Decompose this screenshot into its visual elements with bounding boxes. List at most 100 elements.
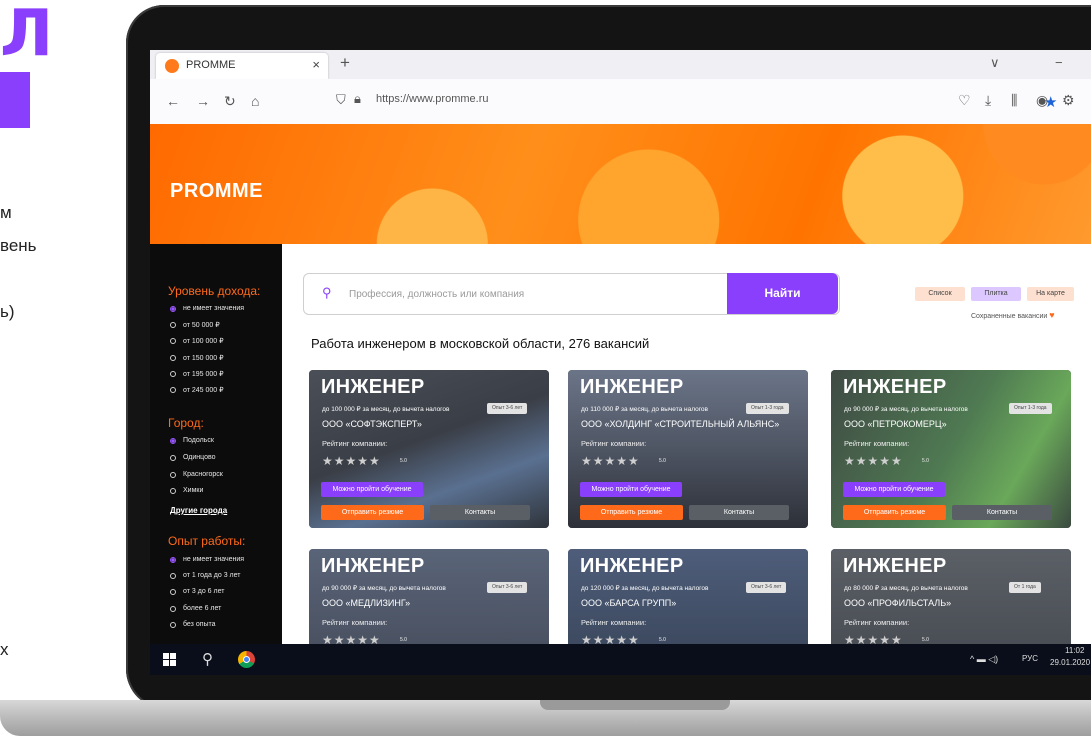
vacancy-title[interactable]: ИНЖЕНЕР	[843, 555, 946, 578]
experience-option[interactable]: от 1 года до 3 лет	[170, 572, 241, 579]
home-icon[interactable]: ⌂	[251, 93, 259, 109]
pocket-icon[interactable]: ♡	[958, 92, 971, 109]
experience-option[interactable]: более 6 лет	[170, 605, 221, 612]
radio-selected-icon[interactable]	[170, 556, 176, 563]
city-option[interactable]: Подольск	[170, 437, 214, 444]
radio-selected-icon[interactable]	[170, 437, 176, 444]
radio-icon[interactable]	[170, 487, 176, 494]
shield-icon[interactable]: ⛉	[336, 92, 346, 108]
contacts-button[interactable]: Контакты	[689, 505, 789, 520]
vacancy-salary: до 100 000 ₽ за месяц, до вычета налогов	[322, 406, 450, 413]
taskbar-search-icon[interactable]: ⚲	[202, 650, 213, 668]
url-text[interactable]: https://www.promme.ru	[376, 93, 488, 105]
radio-icon[interactable]	[170, 605, 176, 612]
vacancy-title[interactable]: ИНЖЕНЕР	[321, 555, 424, 578]
vacancy-title[interactable]: ИНЖЕНЕР	[580, 376, 683, 399]
city-option-label: Химки	[183, 487, 204, 494]
reload-icon[interactable]: ↻	[224, 93, 236, 110]
search-input[interactable]: Профессия, должность или компания	[349, 289, 524, 300]
view-list-button[interactable]: Список	[915, 287, 965, 301]
radio-icon[interactable]	[170, 355, 176, 361]
radio-icon[interactable]	[170, 387, 176, 393]
chrome-app-icon[interactable]	[238, 651, 255, 668]
send-resume-button[interactable]: Отправить резюме	[843, 505, 946, 520]
vacancy-card[interactable]: ИНЖЕНЕР до 90 000 ₽ за месяц, до вычета …	[831, 370, 1071, 528]
income-option[interactable]: от 195 000 ₽	[170, 370, 224, 378]
company-name[interactable]: ООО «МЕДЛИЗИНГ»	[322, 598, 410, 608]
radio-icon[interactable]	[170, 338, 176, 344]
address-bar[interactable]: ⛉ 🔒︎ https://www.promme.ru ★	[328, 88, 1057, 112]
back-arrow-icon[interactable]: ←	[166, 93, 180, 109]
company-name[interactable]: ООО «ПЕТРОКОМЕРЦ»	[844, 419, 947, 429]
library-icon[interactable]: ⫼	[1011, 92, 1017, 109]
city-option[interactable]: Красногорск	[170, 471, 223, 478]
vacancy-title[interactable]: ИНЖЕНЕР	[580, 555, 683, 578]
experience-option[interactable]: от 3 до 6 лет	[170, 588, 224, 595]
slide-text-line: м	[0, 203, 12, 222]
income-option[interactable]: от 245 000 ₽	[170, 386, 224, 394]
training-badge[interactable]: Можно пройти обучение	[843, 482, 945, 497]
vacancy-title[interactable]: ИНЖЕНЕР	[321, 376, 424, 399]
experience-filter-heading: Опыт работы:	[168, 534, 246, 548]
rating-score: 5.0	[400, 458, 407, 464]
experience-option[interactable]: не имеет значения	[170, 556, 244, 563]
radio-icon[interactable]	[170, 322, 176, 328]
radio-icon[interactable]	[170, 588, 176, 595]
company-name[interactable]: ООО «ХОЛДИНГ «СТРОИТЕЛЬНЫЙ АЛЬЯНС»	[581, 419, 779, 429]
rating-stars-icon: ★★★★★	[844, 454, 903, 468]
contacts-button[interactable]: Контакты	[430, 505, 530, 520]
city-option[interactable]: Одинцово	[170, 454, 216, 461]
account-icon[interactable]: ◉	[1036, 92, 1048, 109]
contacts-button[interactable]: Контакты	[952, 505, 1052, 520]
income-option[interactable]: от 150 000 ₽	[170, 354, 224, 362]
minimize-icon[interactable]: −	[1055, 55, 1063, 70]
vacancy-card[interactable]: ИНЖЕНЕР до 100 000 ₽ за месяц, до вычета…	[309, 370, 549, 528]
company-name[interactable]: ООО «ПРОФИЛЬСТАЛЬ»	[844, 598, 951, 608]
vacancy-title[interactable]: ИНЖЕНЕР	[843, 376, 946, 399]
saved-vacancies-link[interactable]: Сохраненные вакансии ♥	[971, 310, 1055, 320]
vacancy-salary: до 80 000 ₽ за месяц, до вычета налогов	[844, 585, 968, 592]
browser-tab[interactable]: PROMME ×	[156, 53, 328, 79]
windows-start-icon[interactable]	[163, 653, 176, 666]
extensions-icon[interactable]: ⚙	[1062, 92, 1075, 109]
radio-selected-icon[interactable]	[170, 305, 176, 312]
site-favicon-icon	[165, 59, 179, 73]
site-logo[interactable]: PROMME	[170, 180, 263, 203]
radio-icon[interactable]	[170, 371, 176, 377]
experience-option-label: без опыта	[183, 621, 216, 628]
system-tray-icons[interactable]: ^ ▬ ◁)	[970, 654, 998, 665]
other-cities-link[interactable]: Другие города	[170, 506, 227, 515]
income-option[interactable]: не имеет значения	[170, 305, 244, 312]
training-badge[interactable]: Можно пройти обучение	[321, 482, 423, 497]
new-tab-button[interactable]: +	[340, 53, 350, 73]
experience-option[interactable]: без опыта	[170, 621, 216, 628]
income-option[interactable]: от 100 000 ₽	[170, 337, 224, 345]
view-tiles-button[interactable]: Плитка	[971, 287, 1021, 301]
radio-icon[interactable]	[170, 471, 176, 478]
lock-icon[interactable]: 🔒︎	[354, 91, 361, 107]
city-option[interactable]: Химки	[170, 487, 203, 494]
income-option[interactable]: от 50 000 ₽	[170, 321, 220, 329]
vacancy-card[interactable]: ИНЖЕНЕР до 110 000 ₽ за месяц, до вычета…	[568, 370, 808, 528]
tab-list-chevron-icon[interactable]: ∨	[990, 55, 1000, 71]
send-resume-button[interactable]: Отправить резюме	[321, 505, 424, 520]
language-indicator[interactable]: РУС	[1022, 654, 1038, 663]
training-badge[interactable]: Можно пройти обучение	[580, 482, 682, 497]
send-resume-button[interactable]: Отправить резюме	[580, 505, 683, 520]
clock-date[interactable]: 29.01.2020	[1050, 658, 1090, 667]
close-tab-icon[interactable]: ×	[312, 57, 320, 72]
company-name[interactable]: ООО «СОФТЭКСПЕРТ»	[322, 419, 422, 429]
company-name[interactable]: ООО «БАРСА ГРУПП»	[581, 598, 676, 608]
rating-label: Рейтинг компании:	[322, 439, 388, 448]
rating-score: 5.0	[922, 458, 929, 464]
search-button[interactable]: Найти	[727, 273, 838, 314]
forward-arrow-icon[interactable]: →	[196, 93, 210, 109]
radio-icon[interactable]	[170, 572, 176, 579]
slide-heading-letter: Л	[0, 0, 54, 71]
slide-text-line: ь)	[0, 302, 15, 321]
view-map-button[interactable]: На карте	[1027, 287, 1074, 301]
download-icon[interactable]: ⤓	[985, 92, 991, 109]
radio-icon[interactable]	[170, 454, 176, 461]
radio-icon[interactable]	[170, 621, 176, 628]
clock-time[interactable]: 11:02	[1065, 646, 1084, 655]
